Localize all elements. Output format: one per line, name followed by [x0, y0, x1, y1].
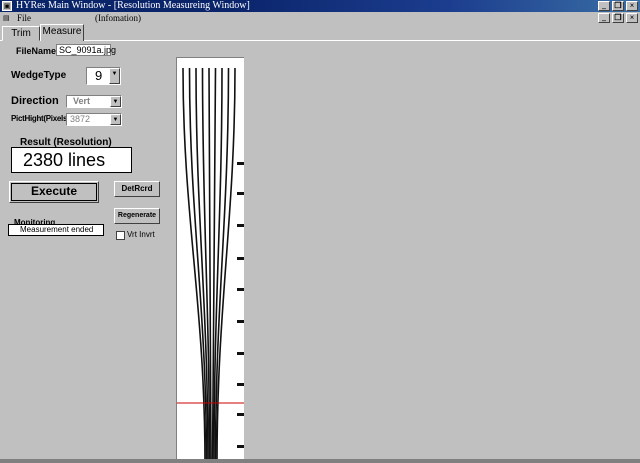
scale-tick [237, 192, 244, 195]
document-icon[interactable]: ▤ [3, 14, 11, 22]
close-icon[interactable]: × [626, 1, 638, 11]
filename-field[interactable]: SC_9091a.jpg [56, 44, 116, 56]
wedge-type-value: 9 [95, 68, 103, 83]
execute-button[interactable]: Execute [9, 181, 99, 203]
direction-label: Direction [11, 95, 59, 107]
app-icon[interactable]: ▣ [2, 1, 12, 11]
tab-measure[interactable]: Measure [40, 24, 84, 41]
pict-height-select[interactable]: 3872 ▼ [66, 113, 122, 126]
title-bar[interactable]: ▣ HYRes Main Window - [Resolution Measur… [0, 0, 640, 12]
tab-strip: Trim Measure [0, 24, 640, 41]
wedge-type-select[interactable]: 9 ▼ [86, 67, 121, 85]
scale-tick [237, 162, 244, 165]
chevron-down-icon[interactable]: ▼ [110, 114, 121, 125]
scale-tick [237, 383, 244, 386]
wedge-image [177, 58, 244, 463]
vrt-invrt-checkbox[interactable] [116, 231, 125, 240]
mdi-restore-icon[interactable]: ❐ [612, 13, 624, 23]
pict-height-value: 3872 [70, 114, 91, 124]
mdi-caption-buttons: _ ❐ × [598, 13, 638, 23]
direction-value: Vert [73, 96, 91, 106]
scale-tick [237, 320, 244, 323]
result-display: 2380 lines [11, 147, 132, 173]
scale-tick [237, 257, 244, 260]
detrcrd-button[interactable]: DetRcrd [114, 181, 160, 197]
scale-tick [237, 413, 244, 416]
scale-tick [237, 445, 244, 448]
window-title: HYRes Main Window - [Resolution Measurei… [16, 0, 250, 11]
scale-tick [237, 288, 244, 291]
mdi-close-icon[interactable]: × [626, 13, 638, 23]
pict-height-label: PictHight(Pixels) [11, 114, 70, 123]
chevron-down-icon[interactable]: ▼ [109, 68, 120, 84]
status-bar [0, 459, 640, 463]
scale-tick [237, 224, 244, 227]
wedge-image-panel[interactable] [176, 57, 244, 463]
chevron-down-icon[interactable]: ▼ [110, 96, 121, 107]
monitoring-status: Measurement ended [8, 224, 104, 236]
menu-file[interactable]: File [17, 12, 31, 24]
restore-icon[interactable]: ❐ [612, 1, 624, 11]
tab-trim[interactable]: Trim [2, 26, 40, 41]
direction-select[interactable]: Vert ▼ [66, 95, 122, 108]
menu-bar: ▤ File (Infomation) _ ❐ × [0, 12, 640, 24]
scale-tick [237, 352, 244, 355]
regenerate-button[interactable]: Regenerate [114, 208, 160, 224]
vrt-invrt-label[interactable]: Vrt Invrt [127, 230, 155, 239]
mdi-minimize-icon[interactable]: _ [598, 13, 610, 23]
menu-information[interactable]: (Infomation) [95, 12, 141, 24]
filename-label: FileName [16, 46, 57, 56]
wedge-type-label: WedgeType [11, 70, 67, 81]
minimize-icon[interactable]: _ [598, 1, 610, 11]
caption-buttons: _ ❐ × [598, 1, 638, 11]
